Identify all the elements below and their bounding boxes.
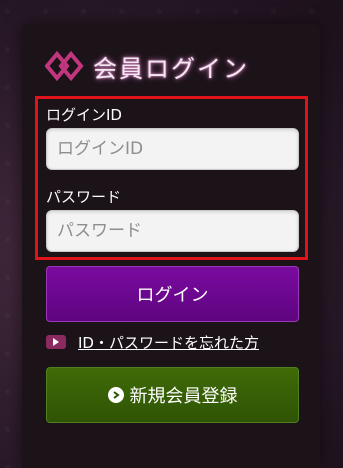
password-label: パスワード xyxy=(46,188,122,206)
register-button[interactable]: 新規会員登録 xyxy=(46,367,299,423)
login-header: 会員ログイン xyxy=(45,48,249,84)
password-input[interactable] xyxy=(46,210,299,252)
forgot-credentials-link[interactable]: ID・パスワードを忘れた方 xyxy=(46,331,259,353)
login-button[interactable]: ログイン xyxy=(46,266,299,322)
forgot-credentials-label: ID・パスワードを忘れた方 xyxy=(78,333,259,352)
register-label: 新規会員登録 xyxy=(129,386,238,407)
chevron-circle-icon xyxy=(107,387,124,403)
double-diamond-icon xyxy=(45,51,85,81)
play-arrow-icon xyxy=(46,335,66,349)
page-title: 会員ログイン xyxy=(93,54,249,83)
login-id-input[interactable] xyxy=(46,128,299,170)
login-id-label: ログインID xyxy=(46,106,122,124)
